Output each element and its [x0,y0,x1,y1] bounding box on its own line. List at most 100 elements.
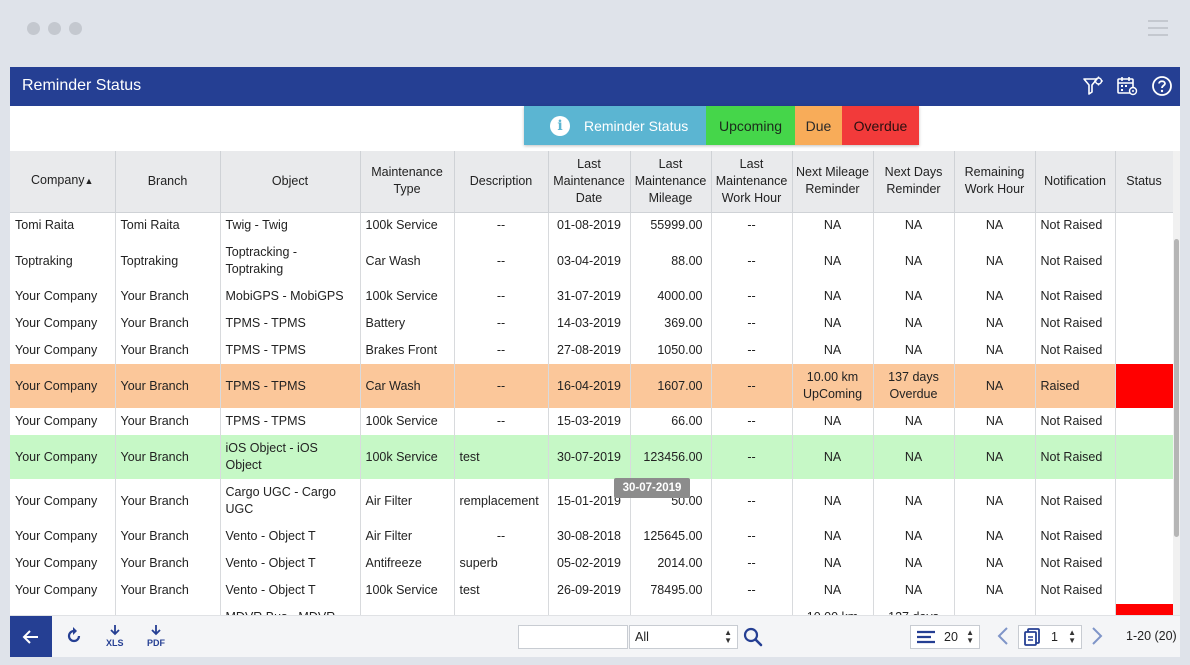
table-row[interactable]: Your Company Your Branch Vento - Object TA… [10,550,1173,577]
select-arrows-icon: ▲ ▼ [1068,628,1076,645]
refresh-button[interactable] [64,626,84,648]
cell-type: 100k Service [360,435,455,479]
search-filter-value: All [635,630,649,644]
table-row[interactable]: Your Company Your Branch TPMS - TPMS Batter… [10,310,1173,337]
back-button[interactable] [10,616,52,657]
cell-type: Car Wash [360,239,455,283]
cell-remaining: NA [954,310,1036,337]
column-header-last-maintenance-date[interactable]: Last Maintenance Date [548,151,631,213]
cell-next-mileage: NA [792,239,874,283]
cell-company: Your Company [10,337,116,364]
column-header-last-maintenance-mileage[interactable]: Last Maintenance Mileage [630,151,712,213]
cell-next-days: 137 days Overdue [873,364,955,408]
search-input[interactable] [518,625,628,649]
table-footer: XLS PDF All ▲ ▼ 20 ▲ ▼ 1 ▲ ▼ 1-20 (20) [10,615,1180,657]
column-header-description[interactable]: Description [454,151,549,213]
legend-upcoming: Upcoming [706,106,795,145]
export-pdf-button[interactable]: PDF [147,625,165,648]
column-header-object[interactable]: Object [220,151,361,213]
cell-description: -- [454,310,549,337]
info-icon: i [550,115,570,136]
filter-settings-icon[interactable] [1082,75,1104,97]
column-header-notification[interactable]: Notification [1035,151,1116,213]
cell-next-days: NA [873,435,955,479]
cell-branch: Your Branch [115,577,221,604]
cell-branch: Your Branch [115,479,221,523]
reminder-status-legend: i Reminder Status Upcoming Due Overdue [524,106,919,145]
cell-mileage: 66.00 [630,408,712,435]
column-header-next-days-reminder[interactable]: Next Days Reminder [873,151,955,213]
export-xls-button[interactable]: XLS [106,625,124,648]
page-size-value: 20 [944,630,958,644]
cell-status [1115,408,1173,435]
table-row[interactable]: Your Company Your Branch Vento - Object TA… [10,523,1173,550]
cell-next-mileage: NA [792,337,874,364]
cell-type: 100k Service [360,408,455,435]
cell-status [1115,577,1173,604]
cell-branch: Your Branch [115,337,221,364]
cell-type: Antifreeze [360,550,455,577]
select-arrows-icon: ▲ ▼ [724,628,732,645]
next-page-button[interactable] [1090,625,1104,652]
table-row[interactable]: Your Company Your Branch TPMS - TPMS Car Wa… [10,364,1173,408]
cell-status [1115,239,1173,283]
cell-next-days: NA [873,310,955,337]
column-header-remaining-work-hour[interactable]: Remaining Work Hour [954,151,1036,213]
table-row[interactable]: Your Company Your Branch Cargo UGC - Cargo… [10,479,1173,523]
cell-work-hour: -- [711,337,793,364]
calendar-settings-icon[interactable] [1116,75,1138,97]
cell-work-hour: -- [711,283,793,310]
column-header-next-mileage-reminder[interactable]: Next Mileage Reminder [792,151,874,213]
table-row[interactable]: Toptraking Toptraking Toptracking - Toptra… [10,239,1173,283]
cell-next-days: NA [873,523,955,550]
help-icon[interactable] [1151,75,1173,97]
cell-next-mileage: 10.00 km UpComing [792,604,874,615]
window-close-dot[interactable] [27,22,40,35]
table-row[interactable]: Your Company Your Branch TPMS - TPMS 100k S… [10,408,1173,435]
cell-date: 16-04-2019 [548,364,631,408]
cell-work-hour: -- [711,364,793,408]
date-tooltip: 30-07-2019 [614,478,690,498]
cell-next-mileage: NA [792,283,874,310]
column-header-company[interactable]: Company▲ [10,151,116,213]
cell-notification: Not Raised [1035,435,1116,479]
table-row[interactable]: Tomi Raita Tomi Raita Twig - Twig 100k Serv… [10,212,1173,239]
search-button[interactable] [743,627,763,652]
search-filter-select[interactable]: All ▲ ▼ [629,625,738,649]
cell-remaining: NA [954,604,1036,615]
cell-mileage: 427.00 [630,604,712,615]
previous-page-button[interactable] [996,625,1010,652]
hamburger-menu-icon[interactable] [1148,20,1168,36]
cell-work-hour: -- [711,550,793,577]
page-number-value: 1 [1051,630,1058,644]
scrollbar-thumb[interactable] [1174,239,1179,537]
table-row[interactable]: Your Company Your Branch iOS Object - iOS … [10,435,1173,479]
cell-description: test [454,577,549,604]
cell-status [1115,364,1173,408]
cell-work-hour: -- [711,604,793,615]
cell-work-hour: -- [711,212,793,239]
window-minimize-dot[interactable] [48,22,61,35]
table-scrollbar[interactable] [1173,151,1180,615]
page-number-select[interactable]: 1 ▲ ▼ [1018,625,1082,649]
table-row[interactable]: Your Company Your Branch Vento - Object T1… [10,577,1173,604]
column-header-branch[interactable]: Branch [115,151,221,213]
table-row[interactable]: Your Company Your Branch TPMS - TPMS Brakes… [10,337,1173,364]
cell-date: 15-03-2019 [548,408,631,435]
cell-company: Your Company [10,408,116,435]
cell-status [1115,283,1173,310]
cell-next-days: NA [873,239,955,283]
column-header-last-maintenance-work-hour[interactable]: Last Maintenance Work Hour [711,151,793,213]
cell-mileage: 123456.00 [630,435,712,479]
column-header-status[interactable]: Status [1115,151,1173,213]
search-icon [743,627,763,647]
window-maximize-dot[interactable] [69,22,82,35]
cell-next-days: NA [873,550,955,577]
cell-type: 100k Service [360,577,455,604]
cell-type: Air Filter [360,479,455,523]
table-row[interactable]: Your CompanyYour BranchMDVR Bus - MDVR B… [10,604,1173,615]
page-size-select[interactable]: 20 ▲ ▼ [910,625,980,649]
table-row[interactable]: Your Company Your Branch MobiGPS - MobiGPS… [10,283,1173,310]
cell-company: Tomi Raita [10,212,116,239]
column-header-maintenance-type[interactable]: Maintenance Type [360,151,455,213]
